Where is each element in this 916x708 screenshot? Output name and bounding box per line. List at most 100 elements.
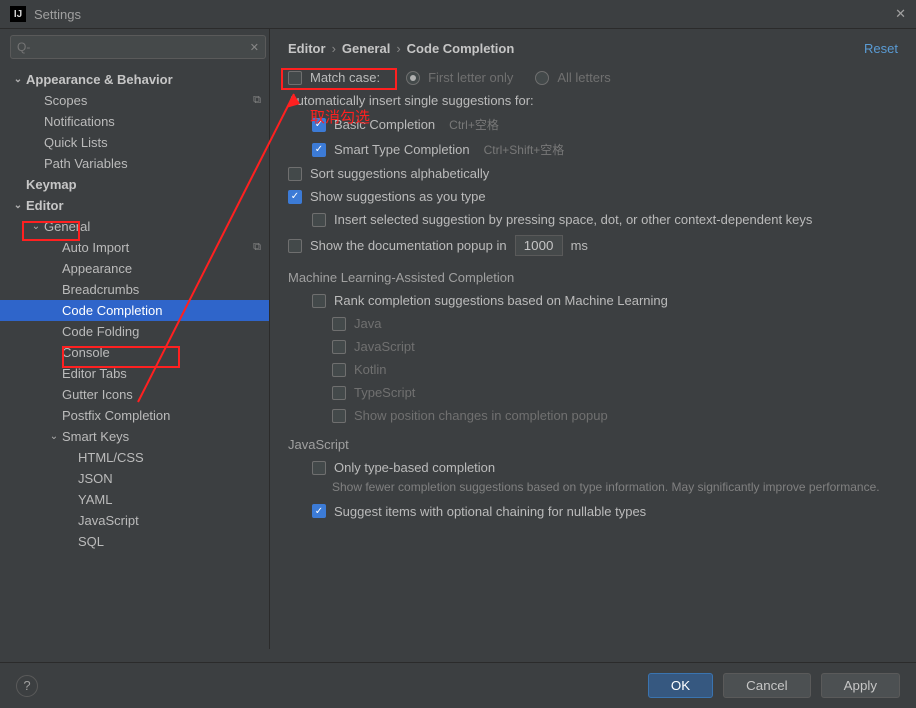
tree-item[interactable]: Auto Import⧉ xyxy=(0,237,269,258)
breadcrumb-item[interactable]: Editor xyxy=(288,41,326,56)
show-as-type-checkbox[interactable] xyxy=(288,190,302,204)
tree-item-label: Path Variables xyxy=(44,156,261,171)
breadcrumb-item[interactable]: General xyxy=(342,41,390,56)
ml-ts-checkbox[interactable] xyxy=(332,386,346,400)
insert-selected-label: Insert selected suggestion by pressing s… xyxy=(334,212,812,227)
chevron-down-icon: ⌄ xyxy=(12,200,24,211)
reset-link[interactable]: Reset xyxy=(864,41,898,56)
chevron-right-icon: › xyxy=(332,41,336,56)
tree-item-label: Console xyxy=(62,345,261,360)
tree-item-label: JavaScript xyxy=(78,513,261,528)
basic-completion-checkbox[interactable] xyxy=(312,118,326,132)
chevron-down-icon: ⌄ xyxy=(48,431,60,442)
tree-item[interactable]: Code Completion xyxy=(0,300,269,321)
app-logo-icon: IJ xyxy=(10,6,26,22)
tree-item[interactable]: Breadcrumbs xyxy=(0,279,269,300)
only-type-checkbox[interactable] xyxy=(312,461,326,475)
optional-chain-checkbox[interactable] xyxy=(312,504,326,518)
sort-alpha-label: Sort suggestions alphabetically xyxy=(310,166,489,181)
tree-item[interactable]: ⌄Appearance & Behavior xyxy=(0,69,269,90)
search-input[interactable] xyxy=(10,35,266,59)
tree-item-label: Smart Keys xyxy=(62,429,261,444)
tree-item[interactable]: HTML/CSS xyxy=(0,447,269,468)
tree-item-label: Auto Import xyxy=(62,240,253,255)
tree-item[interactable]: ⌄General xyxy=(0,216,269,237)
sort-alpha-checkbox[interactable] xyxy=(288,167,302,181)
settings-sidebar: ✕ ⌄Appearance & BehaviorScopes⧉Notificat… xyxy=(0,29,270,649)
show-pos-checkbox[interactable] xyxy=(332,409,346,423)
breadcrumb-item: Code Completion xyxy=(407,41,515,56)
tree-item-label: General xyxy=(44,219,261,234)
tree-item[interactable]: Code Folding xyxy=(0,321,269,342)
tree-item-label: Editor Tabs xyxy=(62,366,261,381)
insert-selected-checkbox[interactable] xyxy=(312,213,326,227)
tree-item-label: Postfix Completion xyxy=(62,408,261,423)
match-case-checkbox[interactable] xyxy=(288,71,302,85)
show-pos-label: Show position changes in completion popu… xyxy=(354,408,608,423)
show-as-type-label: Show suggestions as you type xyxy=(310,189,486,204)
close-icon[interactable]: ✕ xyxy=(895,6,906,22)
cancel-button[interactable]: Cancel xyxy=(723,673,811,698)
tree-item-label: Appearance xyxy=(62,261,261,276)
help-button[interactable]: ? xyxy=(16,675,38,697)
tree-item[interactable]: Quick Lists xyxy=(0,132,269,153)
dialog-footer: ? OK Cancel Apply xyxy=(0,662,916,708)
ml-section-header: Machine Learning-Assisted Completion xyxy=(288,270,898,285)
tree-item[interactable]: Keymap xyxy=(0,174,269,195)
tree-item-label: SQL xyxy=(78,534,261,549)
tree-item[interactable]: Notifications xyxy=(0,111,269,132)
tree-item[interactable]: Console xyxy=(0,342,269,363)
ml-java-label: Java xyxy=(354,316,381,331)
optional-chain-label: Suggest items with optional chaining for… xyxy=(334,504,646,519)
tree-item-label: Gutter Icons xyxy=(62,387,261,402)
tree-item[interactable]: YAML xyxy=(0,489,269,510)
tree-item[interactable]: JavaScript xyxy=(0,510,269,531)
all-letters-label: All letters xyxy=(557,70,610,85)
clear-search-icon[interactable]: ✕ xyxy=(250,41,259,54)
tree-item[interactable]: JSON xyxy=(0,468,269,489)
tree-item-label: JSON xyxy=(78,471,261,486)
first-letter-radio[interactable] xyxy=(406,71,420,85)
doc-delay-input[interactable] xyxy=(515,235,563,256)
tree-item[interactable]: ⌄Smart Keys xyxy=(0,426,269,447)
rank-ml-label: Rank completion suggestions based on Mac… xyxy=(334,293,668,308)
tree-item[interactable]: Postfix Completion xyxy=(0,405,269,426)
js-section-header: JavaScript xyxy=(288,437,898,452)
rank-ml-checkbox[interactable] xyxy=(312,294,326,308)
tree-item[interactable]: ⌄Editor xyxy=(0,195,269,216)
tree-item[interactable]: Path Variables xyxy=(0,153,269,174)
chevron-right-icon: › xyxy=(396,41,400,56)
tree-item[interactable]: Scopes⧉ xyxy=(0,90,269,111)
ml-js-checkbox[interactable] xyxy=(332,340,346,354)
titlebar: IJ Settings ✕ xyxy=(0,0,916,29)
match-case-label: Match case: xyxy=(310,70,380,85)
ml-ts-label: TypeScript xyxy=(354,385,415,400)
all-letters-radio[interactable] xyxy=(535,71,549,85)
scope-icon: ⧉ xyxy=(253,94,261,107)
first-letter-label: First letter only xyxy=(428,70,513,85)
tree-item[interactable]: Editor Tabs xyxy=(0,363,269,384)
ml-kotlin-checkbox[interactable] xyxy=(332,363,346,377)
tree-item[interactable]: Appearance xyxy=(0,258,269,279)
tree-item[interactable]: SQL xyxy=(0,531,269,552)
only-type-help: Show fewer completion suggestions based … xyxy=(288,479,898,496)
show-doc-checkbox[interactable] xyxy=(288,239,302,253)
tree-item-label: Editor xyxy=(26,198,261,213)
tree-item-label: Code Completion xyxy=(62,303,261,318)
ml-java-checkbox[interactable] xyxy=(332,317,346,331)
settings-tree: ⌄Appearance & BehaviorScopes⧉Notificatio… xyxy=(0,65,269,649)
basic-shortcut: Ctrl+空格 xyxy=(449,116,499,133)
apply-button[interactable]: Apply xyxy=(821,673,900,698)
auto-insert-label: Automatically insert single suggestions … xyxy=(288,93,534,108)
scope-icon: ⧉ xyxy=(253,241,261,254)
ml-kotlin-label: Kotlin xyxy=(354,362,387,377)
smart-type-checkbox[interactable] xyxy=(312,143,326,157)
tree-item[interactable]: Gutter Icons xyxy=(0,384,269,405)
tree-item-label: Keymap xyxy=(26,177,261,192)
settings-panel: Editor › General › Code Completion Reset… xyxy=(270,29,916,649)
tree-item-label: HTML/CSS xyxy=(78,450,261,465)
tree-item-label: Appearance & Behavior xyxy=(26,72,261,87)
ms-label: ms xyxy=(571,238,588,253)
ok-button[interactable]: OK xyxy=(648,673,713,698)
show-doc-label: Show the documentation popup in xyxy=(310,238,507,253)
